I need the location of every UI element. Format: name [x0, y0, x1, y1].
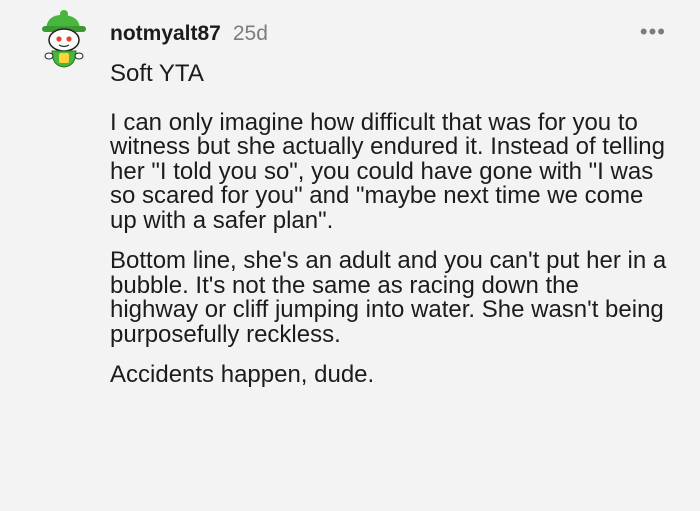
comment-paragraph-bottom-line: Bottom line, she's an adult and you can'… [110, 247, 667, 348]
comment-header: notmyalt87 25d [110, 22, 268, 46]
comment-paragraph-verdict: Soft YTA [110, 60, 204, 87]
more-options-icon[interactable]: ••• [640, 21, 666, 43]
snoo-avatar-icon[interactable] [30, 6, 94, 70]
comment-paragraph-main: I can only imagine how difficult that wa… [110, 108, 665, 234]
comment-age: 25d [232, 22, 268, 45]
comment-paragraph-closing: Accidents happen, dude. [110, 361, 375, 388]
comment-body: Soft YTA I can only imagine how difficul… [110, 60, 670, 388]
username-link[interactable]: notmyalt87 [110, 22, 221, 46]
